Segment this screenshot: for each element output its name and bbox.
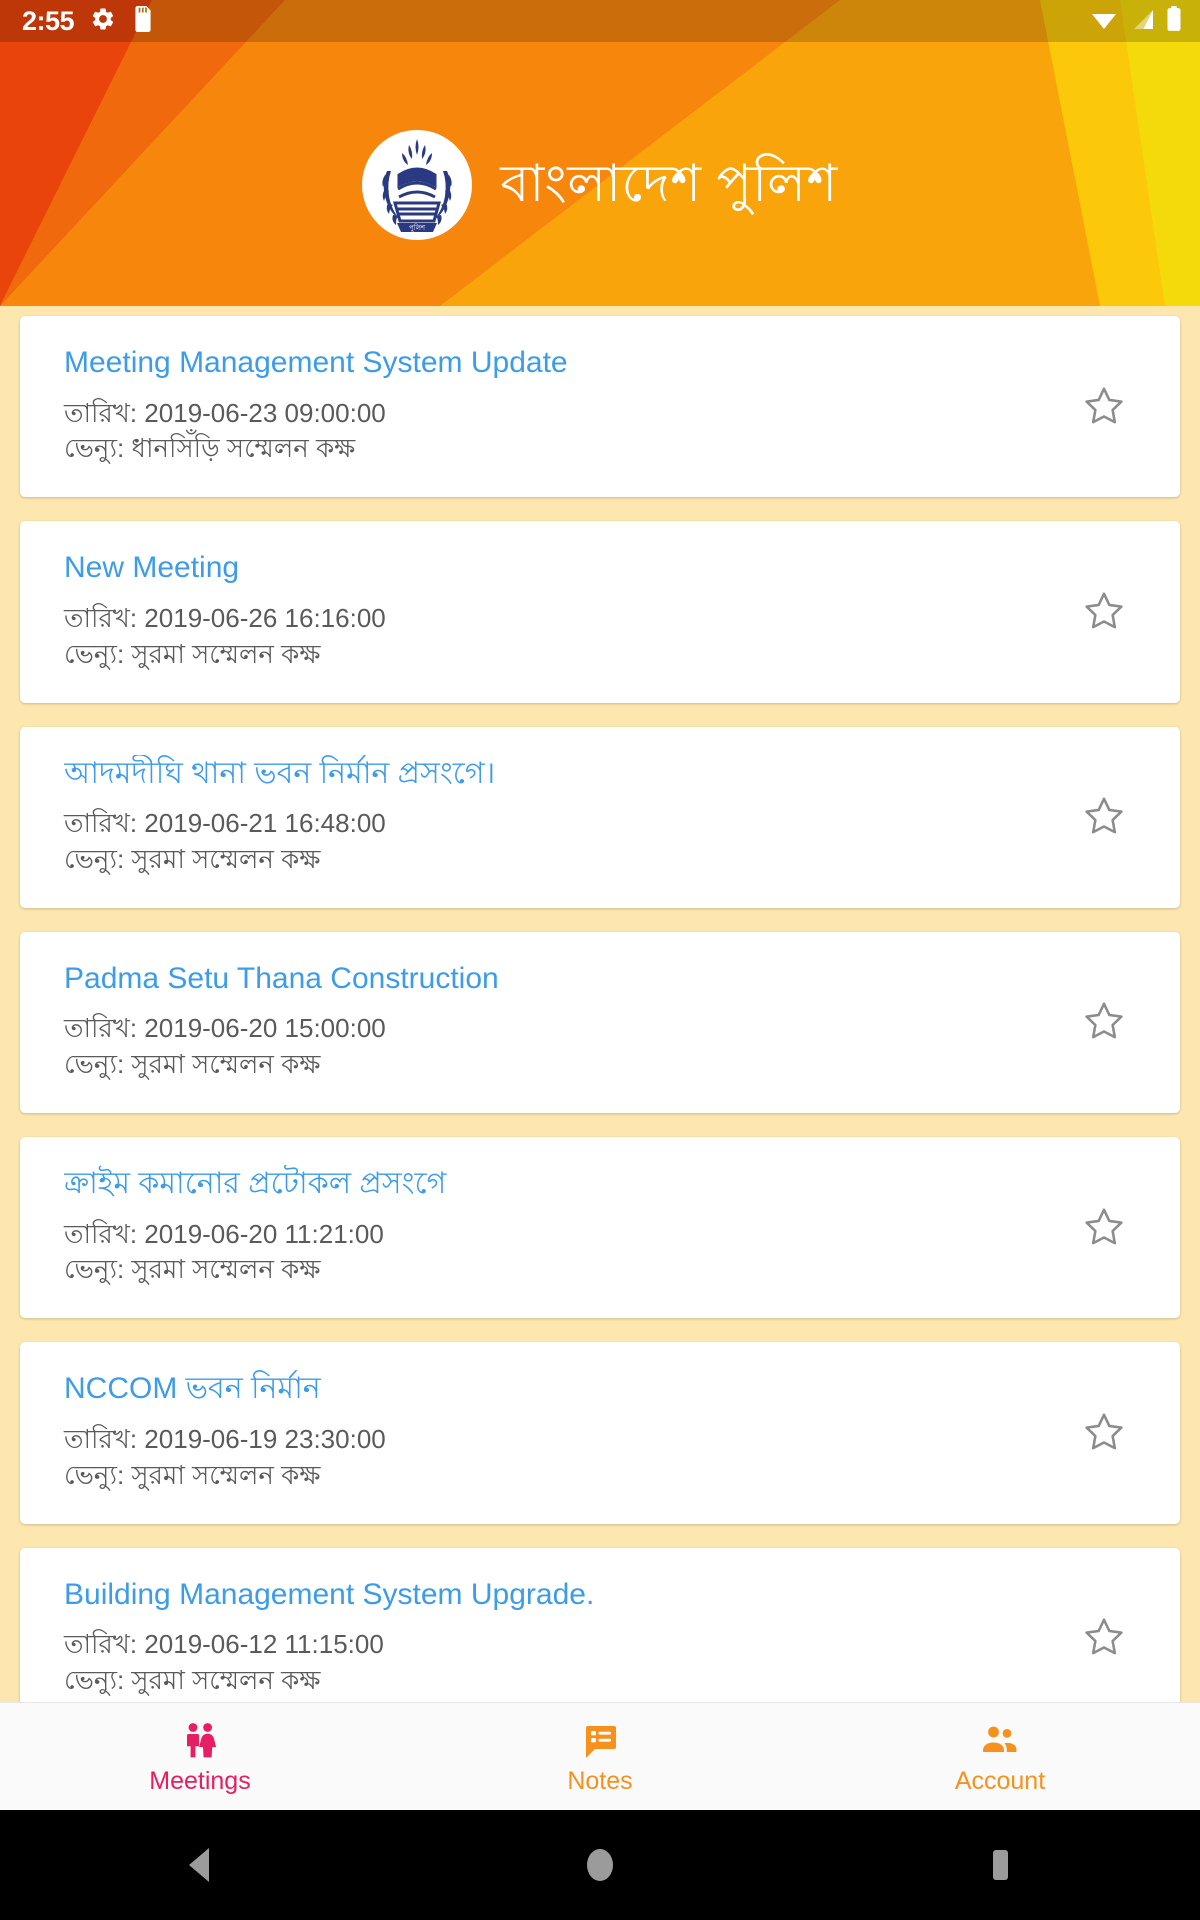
meeting-venue: ভেন্যু: সুরমা সম্মেলন কক্ষ bbox=[64, 638, 321, 669]
meeting-date: তারিখ: 2019-06-20 15:00:00 bbox=[64, 1013, 386, 1044]
favorite-star-button[interactable] bbox=[1064, 589, 1144, 633]
favorite-star-button[interactable] bbox=[1064, 1410, 1144, 1454]
star-outline-icon bbox=[1085, 1002, 1123, 1039]
meeting-venue: ভেন্যু: সুরমা সম্মেলন কক্ষ bbox=[64, 1664, 321, 1695]
meeting-card-body: Meeting Management System Update তারিখ: 2… bbox=[64, 344, 1052, 467]
nav-tab-account-label: Account bbox=[954, 1766, 1046, 1795]
status-bar: 2:55 bbox=[0, 0, 1200, 42]
app-root: পুলিশ বাংলাদেশ পুলিশ 2:55 Meeting Manage… bbox=[0, 0, 1200, 1920]
favorite-star-button[interactable] bbox=[1064, 1205, 1144, 1249]
meeting-title: আদমদীঘি থানা ভবন নির্মান প্রসংগে। bbox=[64, 756, 496, 790]
bangladesh-police-emblem: পুলিশ bbox=[362, 130, 473, 240]
header-brand: পুলিশ বাংলাদেশ পুলিশ bbox=[0, 130, 1200, 240]
meeting-venue: ভেন্যু: সুরমা সম্মেলন কক্ষ bbox=[64, 1049, 321, 1080]
bottom-navigation: Meetings Notes Account bbox=[0, 1702, 1200, 1810]
meeting-card-body: New Meeting তারিখ: 2019-06-26 16:16:00 ভেন… bbox=[64, 549, 1052, 672]
meeting-venue: ভেন্যু: সুরমা সম্মেলন কক্ষ bbox=[64, 1459, 321, 1490]
battery-icon bbox=[1166, 5, 1182, 37]
meeting-venue: ভেন্যু: ধানসিঁড়ি সম্মেলন কক্ষ bbox=[64, 433, 356, 464]
app-title: বাংলাদেশ পুলিশ bbox=[500, 155, 838, 214]
meeting-card[interactable]: Padma Setu Thana Construction তারিখ: 2019… bbox=[20, 931, 1180, 1113]
status-bar-tint bbox=[0, 0, 1200, 42]
status-bar-clock: 2:55 bbox=[22, 5, 75, 36]
meeting-date: তারিখ: 2019-06-23 09:00:00 bbox=[64, 397, 386, 428]
star-outline-icon bbox=[1085, 1208, 1123, 1245]
meeting-date: তারিখ: 2019-06-21 16:48:00 bbox=[64, 808, 386, 838]
people-group-icon bbox=[979, 1720, 1021, 1764]
meeting-title: ক্রাইম কমানোর প্রটোকল প্রসংগে bbox=[64, 1167, 447, 1200]
people-couple-icon bbox=[179, 1720, 221, 1764]
meeting-card-body: আদমদীঘি থানা ভবন নির্মান প্রসংগে। তারিখ: … bbox=[64, 755, 1052, 878]
recents-square-icon[interactable] bbox=[900, 1810, 1100, 1920]
meeting-card[interactable]: New Meeting তারিখ: 2019-06-26 16:16:00 ভেন… bbox=[20, 521, 1180, 703]
favorite-star-button[interactable] bbox=[1064, 384, 1144, 428]
meeting-card-body: Building Management System Upgrade. তারিখ… bbox=[64, 1576, 1052, 1699]
emblem-graphic: পুলিশ bbox=[365, 133, 470, 237]
nav-tab-account[interactable]: Account bbox=[800, 1703, 1200, 1810]
nav-tab-meetings-label: Meetings bbox=[149, 1766, 251, 1795]
nav-tab-notes[interactable]: Notes bbox=[400, 1703, 800, 1810]
meeting-card-body: NCCOM ভবন নির্মান তারিখ: 2019-06-19 23:30… bbox=[64, 1370, 1052, 1493]
meeting-card[interactable]: NCCOM ভবন নির্মান তারিখ: 2019-06-19 23:30… bbox=[20, 1342, 1180, 1524]
back-triangle-icon[interactable] bbox=[100, 1810, 300, 1920]
svg-text:পুলিশ: পুলিশ bbox=[409, 224, 426, 232]
meeting-venue: ভেন্যু: সুরমা সম্মেলন কক্ষ bbox=[64, 843, 321, 874]
meeting-title: Building Management System Upgrade. bbox=[64, 1577, 595, 1611]
notes-list-bubble-icon bbox=[579, 1720, 621, 1764]
meeting-venue: ভেন্যু: সুরমা সম্মেলন কক্ষ bbox=[64, 1254, 321, 1285]
meeting-card-body: ক্রাইম কমানোর প্রটোকল প্রসংগে তারিখ: 2019… bbox=[64, 1165, 1052, 1288]
android-system-nav bbox=[0, 1810, 1200, 1920]
status-bar-right bbox=[1090, 0, 1182, 42]
meeting-list[interactable]: Meeting Management System Update তারিখ: 2… bbox=[0, 306, 1200, 1920]
sd-card-icon bbox=[132, 5, 154, 37]
favorite-star-button[interactable] bbox=[1064, 794, 1144, 838]
wifi-icon bbox=[1090, 7, 1118, 36]
meeting-title: Padma Setu Thana Construction bbox=[64, 961, 499, 995]
favorite-star-button[interactable] bbox=[1064, 1615, 1144, 1659]
favorite-star-button[interactable] bbox=[1064, 999, 1144, 1043]
meeting-date: তারিখ: 2019-06-12 11:15:00 bbox=[64, 1629, 384, 1659]
meeting-card[interactable]: আদমদীঘি থানা ভবন নির্মান প্রসংগে। তারিখ: … bbox=[20, 726, 1180, 908]
status-bar-left: 2:55 bbox=[0, 5, 154, 37]
meeting-title: Meeting Management System Update bbox=[64, 346, 568, 379]
meeting-card[interactable]: Meeting Management System Update তারিখ: 2… bbox=[20, 316, 1180, 498]
cellular-signal-icon bbox=[1129, 7, 1155, 36]
meeting-date: তারিখ: 2019-06-19 23:30:00 bbox=[64, 1423, 386, 1454]
meeting-card-body: Padma Setu Thana Construction তারিখ: 2019… bbox=[64, 960, 1052, 1083]
gear-icon bbox=[90, 6, 116, 37]
meeting-title: New Meeting bbox=[64, 551, 240, 585]
meeting-date: তারিখ: 2019-06-20 11:21:00 bbox=[64, 1218, 384, 1249]
meeting-card[interactable]: ক্রাইম কমানোর প্রটোকল প্রসংগে তারিখ: 2019… bbox=[20, 1137, 1180, 1319]
meeting-title: NCCOM ভবন নির্মান bbox=[64, 1372, 321, 1406]
star-outline-icon bbox=[1085, 1413, 1123, 1450]
app-header: পুলিশ বাংলাদেশ পুলিশ bbox=[0, 0, 1200, 306]
nav-tab-notes-label: Notes bbox=[567, 1766, 633, 1795]
nav-tab-meetings[interactable]: Meetings bbox=[0, 1703, 400, 1810]
star-outline-icon bbox=[1085, 387, 1123, 424]
star-outline-icon bbox=[1085, 1618, 1123, 1655]
home-circle-icon[interactable] bbox=[500, 1810, 700, 1920]
star-outline-icon bbox=[1085, 797, 1123, 834]
meeting-date: তারিখ: 2019-06-26 16:16:00 bbox=[64, 602, 386, 633]
star-outline-icon bbox=[1085, 592, 1123, 629]
